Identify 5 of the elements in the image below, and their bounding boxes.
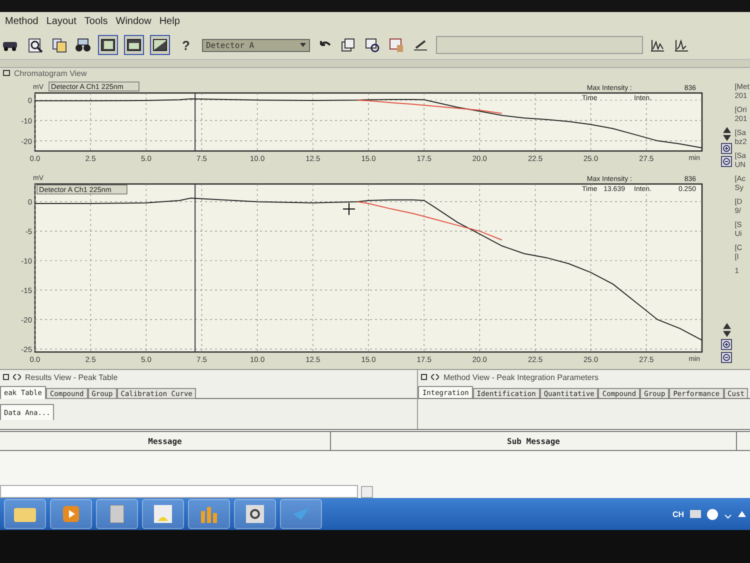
column-header: Sub Message xyxy=(331,432,737,450)
column-header: Message xyxy=(0,432,331,450)
panel-title: Method View - Peak Integration Parameters xyxy=(443,372,598,382)
panel-title: Chromatogram View xyxy=(14,68,87,78)
panel-title: Results View - Peak Table xyxy=(25,372,118,382)
